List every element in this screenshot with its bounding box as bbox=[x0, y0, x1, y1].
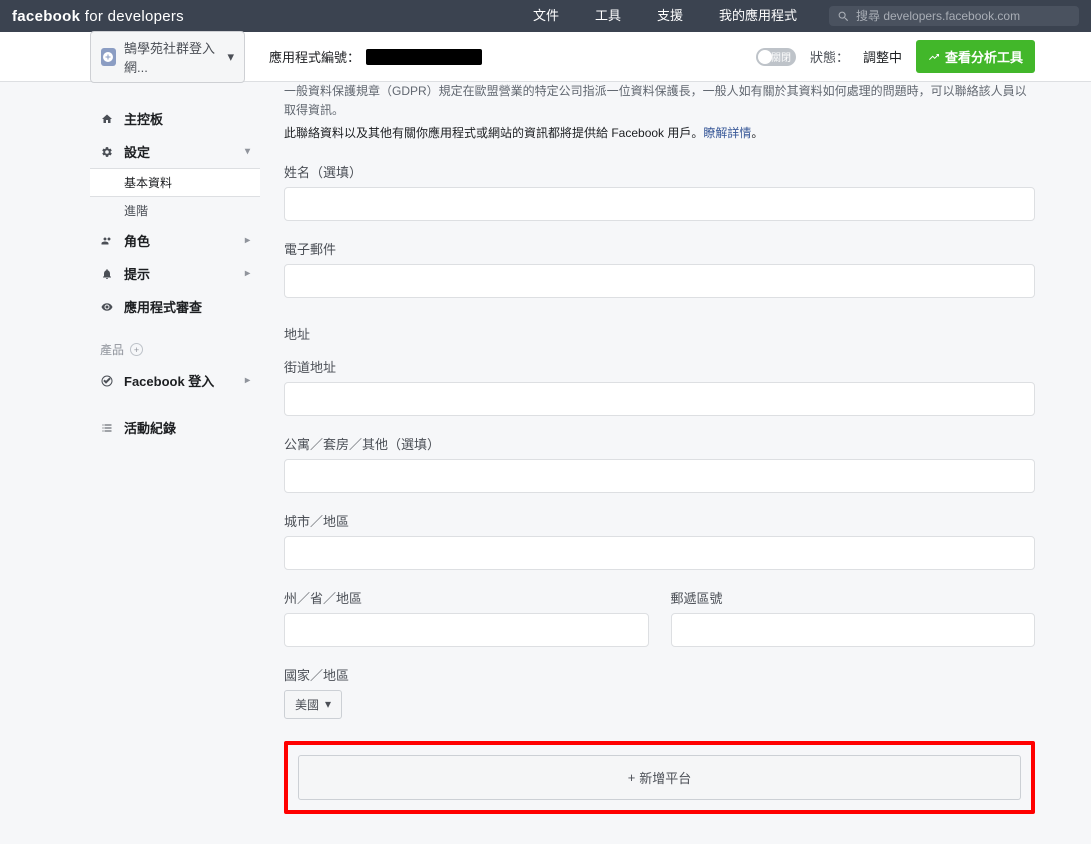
email-label: 電子郵件 bbox=[284, 239, 1035, 258]
eye-icon bbox=[100, 301, 114, 313]
gdpr-text-b: 。 bbox=[751, 126, 763, 140]
city-input[interactable] bbox=[284, 536, 1035, 570]
nav-docs[interactable]: 文件 bbox=[515, 0, 577, 32]
sidebar-item-settings[interactable]: 設定 ▾ bbox=[90, 135, 260, 168]
main-content: 一般資料保護規章（GDPR）規定在歐盟營業的特定公司指派一位資料保護長，一般人如… bbox=[260, 82, 1091, 844]
bell-icon bbox=[100, 268, 114, 280]
search-input[interactable] bbox=[856, 9, 1071, 23]
sidebar: 主控板 設定 ▾ 基本資料 進階 角色 ▸ 提示 ▸ 應用程式審查 產品 + bbox=[90, 82, 260, 844]
brand-rest: for developers bbox=[80, 8, 184, 25]
analytics-icon bbox=[928, 51, 940, 63]
search-box[interactable] bbox=[829, 6, 1079, 26]
country-value: 美國 bbox=[295, 696, 319, 713]
state-label: 州／省／地區 bbox=[284, 588, 649, 607]
topbar: facebook for developers 文件 工具 支援 我的應用程式 bbox=[0, 0, 1091, 32]
zip-input[interactable] bbox=[671, 613, 1036, 647]
home-icon bbox=[100, 113, 114, 125]
plus-circle-icon[interactable]: + bbox=[130, 343, 143, 356]
sidebar-item-fb-login[interactable]: Facebook 登入 ▸ bbox=[90, 364, 260, 397]
app-id-label: 應用程式編號： bbox=[269, 47, 360, 66]
sidebar-item-roles[interactable]: 角色 ▸ bbox=[90, 224, 260, 257]
add-platform-button[interactable]: + 新增平台 bbox=[298, 755, 1021, 800]
brand: facebook for developers bbox=[12, 8, 184, 25]
check-circle-icon bbox=[100, 375, 114, 387]
list-icon bbox=[100, 422, 114, 434]
gdpr-description-2: 此聯絡資料以及其他有關你應用程式或網站的資訊都將提供給 Facebook 用戶。… bbox=[284, 124, 1035, 143]
sidebar-sub-basic[interactable]: 基本資料 bbox=[90, 168, 260, 197]
toggle-label: 關閉 bbox=[771, 49, 791, 64]
caret-down-icon: ▾ bbox=[227, 49, 234, 65]
add-platform-highlight: + 新增平台 bbox=[284, 741, 1035, 814]
status-value: 調整中 bbox=[863, 47, 902, 66]
sidebar-item-label: 活動紀錄 bbox=[124, 418, 176, 437]
sidebar-item-label: 角色 bbox=[124, 231, 150, 250]
subbar-right: 關閉 狀態： 調整中 查看分析工具 bbox=[756, 40, 1091, 73]
gear-icon bbox=[100, 146, 114, 158]
chevron-right-icon: ▸ bbox=[245, 375, 250, 386]
sidebar-item-activity[interactable]: 活動紀錄 bbox=[90, 411, 260, 444]
address-section-title: 地址 bbox=[284, 324, 1035, 343]
toggle-knob bbox=[758, 50, 772, 64]
sidebar-item-alerts[interactable]: 提示 ▸ bbox=[90, 257, 260, 290]
analytics-button-label: 查看分析工具 bbox=[945, 47, 1023, 66]
state-input[interactable] bbox=[284, 613, 649, 647]
plus-icon: + bbox=[628, 770, 636, 785]
name-label: 姓名（選填） bbox=[284, 162, 1035, 181]
gdpr-description-1: 一般資料保護規章（GDPR）規定在歐盟營業的特定公司指派一位資料保護長，一般人如… bbox=[284, 82, 1035, 120]
sidebar-item-label: 設定 bbox=[124, 142, 150, 161]
status-label: 狀態： bbox=[810, 47, 849, 66]
app-icon bbox=[101, 48, 116, 66]
country-label: 國家／地區 bbox=[284, 665, 1035, 684]
nav-tools[interactable]: 工具 bbox=[577, 0, 639, 32]
sidebar-item-label: Facebook 登入 bbox=[124, 371, 214, 390]
topnav: 文件 工具 支援 我的應用程式 bbox=[515, 0, 1079, 32]
name-input[interactable] bbox=[284, 187, 1035, 221]
search-icon bbox=[837, 10, 850, 23]
sidebar-item-label: 主控板 bbox=[124, 109, 163, 128]
zip-label: 郵遞區號 bbox=[671, 588, 1036, 607]
add-platform-label: 新增平台 bbox=[639, 768, 691, 787]
nav-myapps[interactable]: 我的應用程式 bbox=[701, 0, 815, 32]
chevron-right-icon: ▸ bbox=[245, 235, 250, 246]
app-id: 應用程式編號： bbox=[269, 47, 482, 66]
sidebar-products-label: 產品 + bbox=[90, 323, 260, 364]
gdpr-text-a: 此聯絡資料以及其他有關你應用程式或網站的資訊都將提供給 Facebook 用戶。 bbox=[284, 126, 703, 140]
chevron-down-icon: ▾ bbox=[245, 146, 250, 157]
subbar: 鵠學苑社群登入網... ▾ 應用程式編號： 關閉 狀態： 調整中 查看分析工具 bbox=[0, 32, 1091, 82]
app-selector[interactable]: 鵠學苑社群登入網... ▾ bbox=[90, 31, 245, 83]
chevron-right-icon: ▸ bbox=[245, 268, 250, 279]
apt-label: 公寓／套房／其他（選填） bbox=[284, 434, 1035, 453]
app-id-value-redacted bbox=[366, 49, 482, 65]
sidebar-item-dashboard[interactable]: 主控板 bbox=[90, 102, 260, 135]
brand-bold: facebook bbox=[12, 8, 80, 25]
sidebar-item-label: 應用程式審查 bbox=[124, 297, 202, 316]
apt-input[interactable] bbox=[284, 459, 1035, 493]
country-select[interactable]: 美國 ▾ bbox=[284, 690, 342, 719]
roles-icon bbox=[100, 235, 114, 247]
sidebar-item-review[interactable]: 應用程式審查 bbox=[90, 290, 260, 323]
city-label: 城市／地區 bbox=[284, 511, 1035, 530]
email-input[interactable] bbox=[284, 264, 1035, 298]
analytics-button[interactable]: 查看分析工具 bbox=[916, 40, 1035, 73]
street-input[interactable] bbox=[284, 382, 1035, 416]
state-zip-row: 州／省／地區 郵遞區號 bbox=[284, 588, 1035, 665]
app-name: 鵠學苑社群登入網... bbox=[124, 38, 220, 76]
app-status-toggle[interactable]: 關閉 bbox=[756, 48, 796, 66]
sidebar-item-label: 提示 bbox=[124, 264, 150, 283]
products-label-text: 產品 bbox=[100, 341, 124, 358]
learn-more-link[interactable]: 瞭解詳情 bbox=[703, 126, 751, 140]
layout: 主控板 設定 ▾ 基本資料 進階 角色 ▸ 提示 ▸ 應用程式審查 產品 + bbox=[0, 82, 1091, 844]
sidebar-sub-advanced[interactable]: 進階 bbox=[90, 197, 260, 224]
street-label: 街道地址 bbox=[284, 357, 1035, 376]
caret-down-icon: ▾ bbox=[325, 697, 331, 711]
nav-support[interactable]: 支援 bbox=[639, 0, 701, 32]
